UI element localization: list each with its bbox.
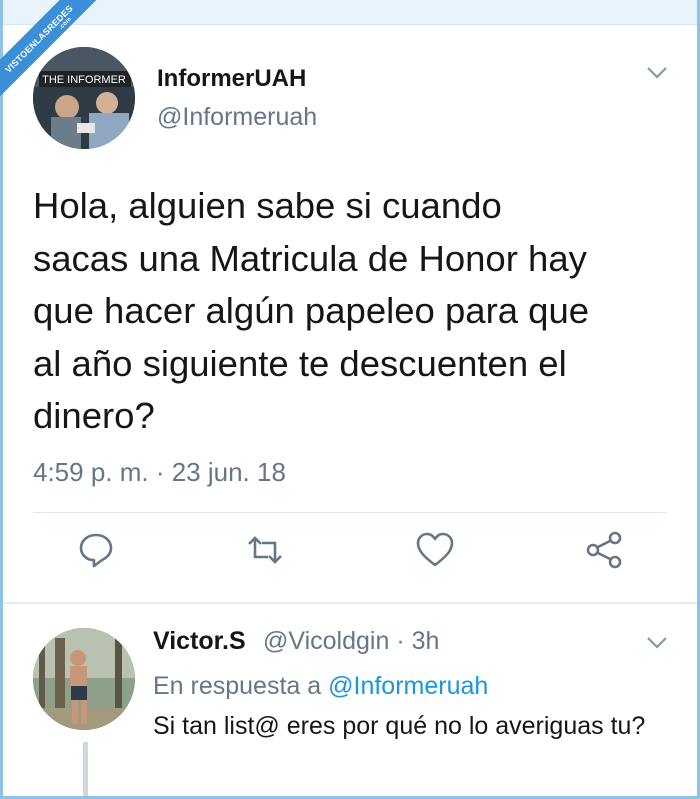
- screenshot-frame: [0, 0, 700, 799]
- watermark-ribbon: VISTOENLASREDES .com: [0, 0, 102, 102]
- watermark-label: VISTOENLASREDES: [3, 3, 75, 75]
